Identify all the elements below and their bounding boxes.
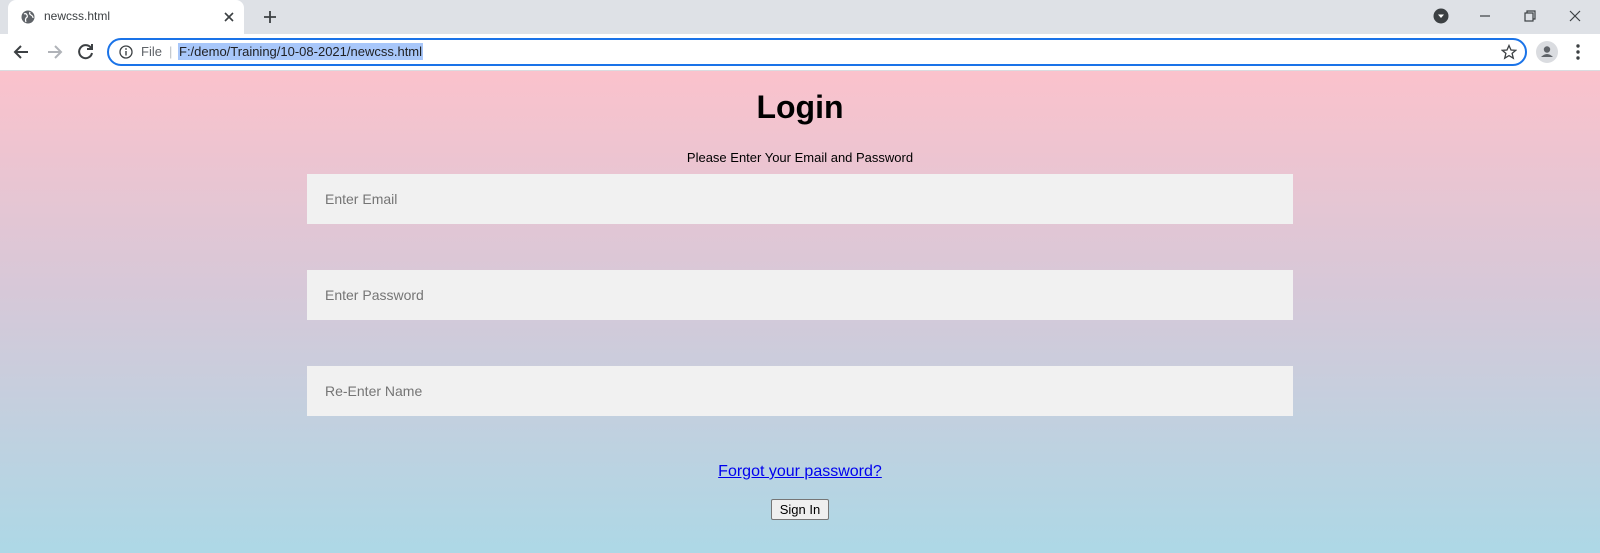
close-window-icon[interactable] bbox=[1567, 8, 1583, 24]
back-arrow-icon[interactable] bbox=[12, 42, 32, 62]
more-menu-icon[interactable] bbox=[1575, 42, 1581, 62]
forward-arrow-icon[interactable] bbox=[44, 42, 64, 62]
bookmark-star-icon[interactable] bbox=[1501, 44, 1517, 60]
minimize-icon[interactable] bbox=[1477, 8, 1493, 24]
close-tab-icon[interactable] bbox=[222, 10, 236, 24]
forgot-password-container: Forgot your password? bbox=[0, 463, 1600, 481]
reload-icon[interactable] bbox=[76, 42, 96, 62]
globe-icon bbox=[21, 10, 35, 24]
browser-toolbar: File | F:/demo/Training/10-08-2021/newcs… bbox=[0, 34, 1600, 71]
tab-search-icon[interactable] bbox=[1433, 8, 1449, 24]
password-field[interactable] bbox=[307, 270, 1293, 320]
sign-in-button[interactable]: Sign In bbox=[771, 499, 829, 520]
login-page: Login Please Enter Your Email and Passwo… bbox=[0, 71, 1600, 553]
scheme-label: File bbox=[141, 44, 162, 59]
tab-title: newcss.html bbox=[44, 9, 111, 23]
tab-strip: newcss.html bbox=[0, 0, 1600, 34]
url-text[interactable]: F:/demo/Training/10-08-2021/newcss.html bbox=[178, 43, 424, 60]
page-title: Login bbox=[756, 89, 844, 125]
restore-icon[interactable] bbox=[1522, 8, 1538, 24]
new-tab-icon[interactable] bbox=[262, 9, 278, 25]
scheme-separator: | bbox=[169, 44, 173, 59]
profile-avatar-icon[interactable] bbox=[1535, 40, 1559, 64]
browser-tab[interactable]: newcss.html bbox=[8, 0, 244, 34]
info-icon[interactable] bbox=[119, 45, 133, 59]
address-bar[interactable]: File | F:/demo/Training/10-08-2021/newcs… bbox=[107, 38, 1527, 66]
email-field[interactable] bbox=[307, 174, 1293, 224]
reenter-name-field[interactable] bbox=[307, 366, 1293, 416]
login-subtitle: Please Enter Your Email and Password bbox=[686, 150, 914, 165]
forgot-password-link[interactable]: Forgot your password? bbox=[718, 463, 882, 480]
